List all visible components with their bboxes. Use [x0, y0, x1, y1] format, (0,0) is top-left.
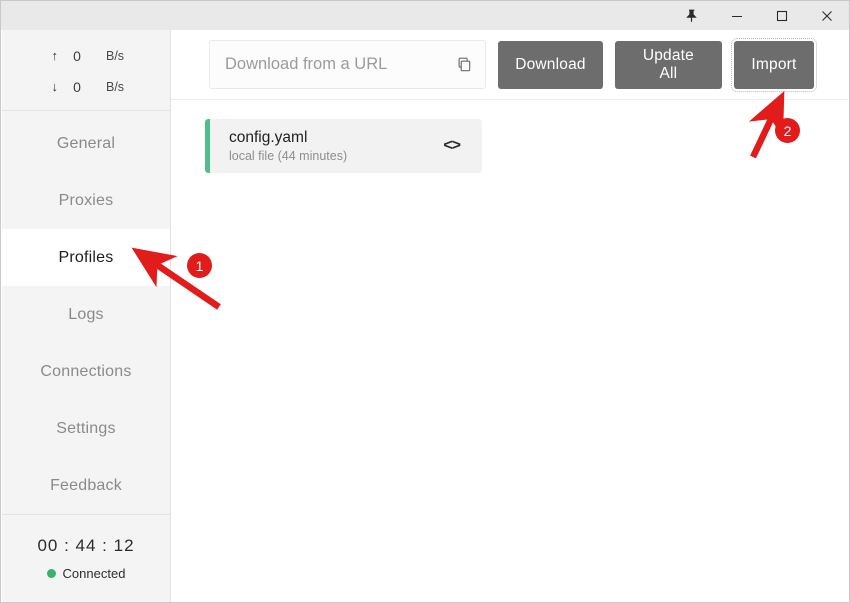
sidebar-item-feedback[interactable]: Feedback: [2, 457, 170, 514]
profile-name: config.yaml: [229, 129, 443, 147]
connection-status-panel: 00 : 44 : 12 Connected: [2, 514, 170, 602]
status-label: Connected: [63, 566, 126, 581]
close-icon[interactable]: [804, 1, 849, 30]
download-speed-value: 0: [58, 79, 96, 95]
sidebar-item-general[interactable]: General: [2, 115, 170, 172]
app-window: ↑ 0 B/s ↓ 0 B/s General Proxies Profiles…: [0, 0, 850, 603]
sidebar-item-label: Connections: [40, 363, 131, 381]
update-all-button[interactable]: Update All: [615, 41, 722, 89]
sidebar-item-connections[interactable]: Connections: [2, 343, 170, 400]
speed-indicator: ↑ 0 B/s ↓ 0 B/s: [2, 30, 170, 111]
profile-card-texts: config.yaml local file (44 minutes): [229, 129, 443, 163]
annotation-badge-2: 2: [775, 118, 800, 143]
sidebar-item-proxies[interactable]: Proxies: [2, 172, 170, 229]
code-brackets-icon[interactable]: <>: [443, 137, 460, 155]
search-input[interactable]: [210, 41, 485, 88]
sidebar-item-label: Proxies: [59, 192, 114, 210]
title-bar: [1, 1, 849, 30]
upload-arrow-icon: ↑: [2, 48, 58, 63]
sidebar-item-settings[interactable]: Settings: [2, 400, 170, 457]
import-button[interactable]: Import: [734, 41, 814, 89]
minimize-icon[interactable]: [714, 1, 759, 30]
annotation-badge-1: 1: [187, 253, 212, 278]
status-dot-icon: [47, 569, 56, 578]
sidebar-item-label: Logs: [68, 306, 104, 324]
download-speed-unit: B/s: [96, 80, 124, 94]
profile-meta: local file (44 minutes): [229, 149, 443, 163]
annotation-arrow-1: [129, 244, 229, 314]
copy-icon[interactable]: [453, 54, 475, 76]
download-button[interactable]: Download: [498, 41, 603, 89]
url-field-wrapper: [209, 40, 486, 89]
sidebar-item-label: Feedback: [50, 477, 122, 495]
pin-icon[interactable]: [669, 1, 714, 30]
status-badge: Connected: [47, 566, 126, 581]
sidebar: ↑ 0 B/s ↓ 0 B/s General Proxies Profiles…: [2, 30, 171, 602]
sidebar-item-label: Settings: [56, 420, 115, 438]
profile-card[interactable]: config.yaml local file (44 minutes) <>: [205, 119, 482, 173]
download-arrow-icon: ↓: [2, 79, 58, 94]
upload-speed-unit: B/s: [96, 49, 124, 63]
upload-speed-row: ↑ 0 B/s: [2, 40, 170, 71]
upload-speed-value: 0: [58, 48, 96, 64]
download-speed-row: ↓ 0 B/s: [2, 71, 170, 102]
sidebar-item-label: Profiles: [59, 249, 114, 267]
sidebar-item-label: General: [57, 135, 115, 153]
uptime-timer: 00 : 44 : 12: [37, 536, 134, 556]
maximize-icon[interactable]: [759, 1, 804, 30]
